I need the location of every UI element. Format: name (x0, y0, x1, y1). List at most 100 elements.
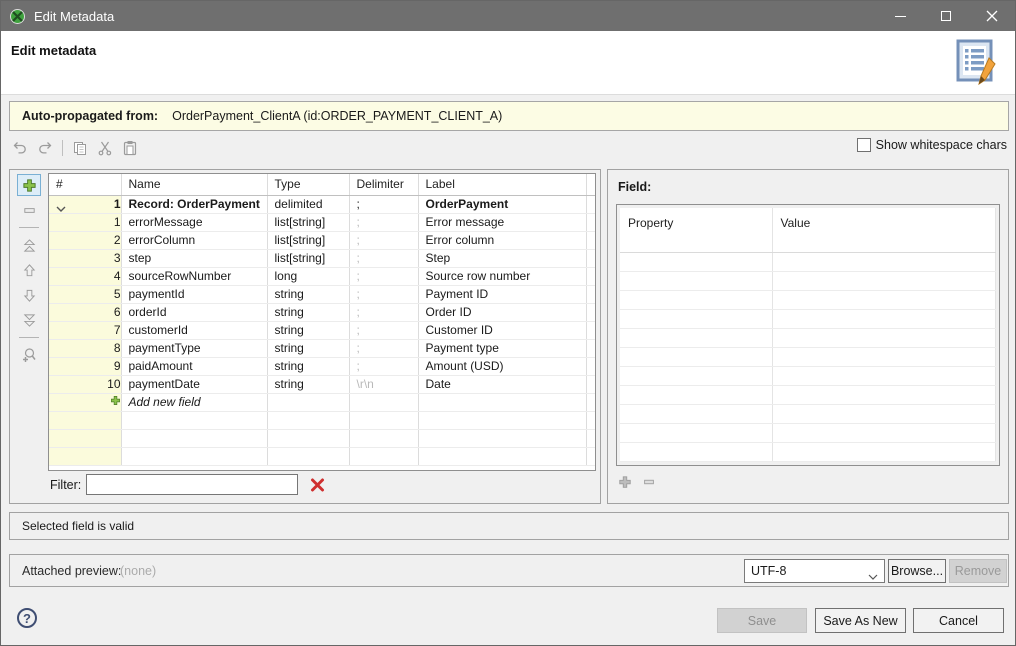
collapse-chevron-icon[interactable] (56, 201, 66, 214)
field-row[interactable]: 5paymentIdstring;Payment ID (49, 285, 596, 303)
property-row[interactable] (620, 252, 996, 271)
value-cell[interactable] (772, 309, 996, 328)
save-button[interactable]: Save (717, 608, 807, 633)
property-cell[interactable] (620, 271, 772, 290)
property-row[interactable] (620, 366, 996, 385)
property-row[interactable] (620, 290, 996, 309)
field-row[interactable]: 10paymentDatestring\r\nDate (49, 375, 596, 393)
field-type[interactable]: list[string] (267, 249, 349, 267)
value-cell[interactable] (772, 290, 996, 309)
field-name[interactable]: paymentType (121, 339, 267, 357)
field-label[interactable]: Step (418, 249, 586, 267)
property-cell[interactable] (620, 366, 772, 385)
field-name[interactable]: errorColumn (121, 231, 267, 249)
remove-preview-button[interactable]: Remove (949, 559, 1007, 583)
encoding-select[interactable]: UTF-8 (744, 559, 885, 583)
value-cell[interactable] (772, 347, 996, 366)
property-row[interactable] (620, 385, 996, 404)
add-field-cell[interactable] (49, 393, 121, 411)
field-delimiter[interactable]: ; (349, 267, 418, 285)
field-type[interactable]: string (267, 303, 349, 321)
field-label[interactable]: Source row number (418, 267, 586, 285)
move-top-button[interactable] (17, 234, 41, 256)
field-row[interactable]: 2errorColumnlist[string];Error column (49, 231, 596, 249)
property-row[interactable] (620, 271, 996, 290)
save-as-new-button[interactable]: Save As New (815, 608, 906, 633)
help-button[interactable]: ? (17, 608, 37, 628)
field-delimiter[interactable]: ; (349, 321, 418, 339)
paste-button[interactable] (119, 138, 141, 158)
field-name[interactable]: step (121, 249, 267, 267)
cut-button[interactable] (94, 138, 116, 158)
field-name[interactable]: customerId (121, 321, 267, 339)
property-cell[interactable] (620, 309, 772, 328)
field-name[interactable]: paymentId (121, 285, 267, 303)
property-row[interactable] (620, 347, 996, 366)
field-row[interactable]: 9paidAmountstring;Amount (USD) (49, 357, 596, 375)
property-row[interactable] (620, 309, 996, 328)
move-bottom-button[interactable] (17, 309, 41, 331)
record-label[interactable]: OrderPayment (418, 195, 586, 213)
field-name[interactable]: errorMessage (121, 213, 267, 231)
property-row[interactable] (620, 442, 996, 461)
metadata-grid[interactable]: # Name Type Delimiter Label (48, 173, 596, 471)
close-button[interactable] (969, 1, 1015, 31)
field-row[interactable]: 1errorMessagelist[string];Error message (49, 213, 596, 231)
field-name[interactable]: paymentDate (121, 375, 267, 393)
field-label[interactable]: Order ID (418, 303, 586, 321)
field-row[interactable]: 8paymentTypestring;Payment type (49, 339, 596, 357)
field-row[interactable]: 3steplist[string];Step (49, 249, 596, 267)
field-type[interactable]: long (267, 267, 349, 285)
property-row[interactable] (620, 423, 996, 442)
show-whitespace-checkbox[interactable] (857, 138, 871, 152)
remove-property-button[interactable] (642, 475, 656, 494)
property-cell[interactable] (620, 423, 772, 442)
property-cell[interactable] (620, 290, 772, 309)
property-value-grid[interactable]: Property Value (616, 204, 1000, 466)
field-type[interactable]: list[string] (267, 213, 349, 231)
find-field-button[interactable] (17, 344, 41, 366)
field-label[interactable]: Payment type (418, 339, 586, 357)
record-name[interactable]: Record: OrderPayment (121, 195, 267, 213)
clear-filter-button[interactable] (310, 478, 326, 492)
maximize-button[interactable] (923, 1, 969, 31)
field-delimiter[interactable]: ; (349, 357, 418, 375)
field-label[interactable]: Payment ID (418, 285, 586, 303)
copy-button[interactable] (69, 138, 91, 158)
value-cell[interactable] (772, 423, 996, 442)
move-up-button[interactable] (17, 259, 41, 281)
field-label[interactable]: Customer ID (418, 321, 586, 339)
property-cell[interactable] (620, 442, 772, 461)
field-label[interactable]: Error column (418, 231, 586, 249)
value-cell[interactable] (772, 366, 996, 385)
property-cell[interactable] (620, 347, 772, 366)
property-cell[interactable] (620, 385, 772, 404)
property-row[interactable] (620, 404, 996, 423)
cancel-button[interactable]: Cancel (913, 608, 1004, 633)
field-row[interactable]: 6orderIdstring;Order ID (49, 303, 596, 321)
field-type[interactable]: string (267, 321, 349, 339)
move-down-button[interactable] (17, 284, 41, 306)
add-field-button[interactable] (17, 174, 41, 196)
add-new-field-row[interactable]: Add new field (49, 393, 596, 411)
record-number-cell[interactable]: 1 (49, 195, 121, 213)
field-type[interactable]: string (267, 375, 349, 393)
field-type[interactable]: string (267, 285, 349, 303)
minimize-button[interactable] (877, 1, 923, 31)
filter-input[interactable] (86, 474, 298, 495)
field-delimiter[interactable]: \r\n (349, 375, 418, 393)
field-delimiter[interactable]: ; (349, 339, 418, 357)
field-type[interactable]: list[string] (267, 231, 349, 249)
field-delimiter[interactable]: ; (349, 249, 418, 267)
undo-button[interactable] (9, 138, 31, 158)
field-name[interactable]: paidAmount (121, 357, 267, 375)
value-cell[interactable] (772, 252, 996, 271)
field-delimiter[interactable]: ; (349, 303, 418, 321)
browse-button[interactable]: Browse... (888, 559, 946, 583)
value-cell[interactable] (772, 442, 996, 461)
field-row[interactable]: 7customerIdstring;Customer ID (49, 321, 596, 339)
value-cell[interactable] (772, 404, 996, 423)
field-row[interactable]: 4sourceRowNumberlong;Source row number (49, 267, 596, 285)
field-delimiter[interactable]: ; (349, 285, 418, 303)
field-label[interactable]: Amount (USD) (418, 357, 586, 375)
